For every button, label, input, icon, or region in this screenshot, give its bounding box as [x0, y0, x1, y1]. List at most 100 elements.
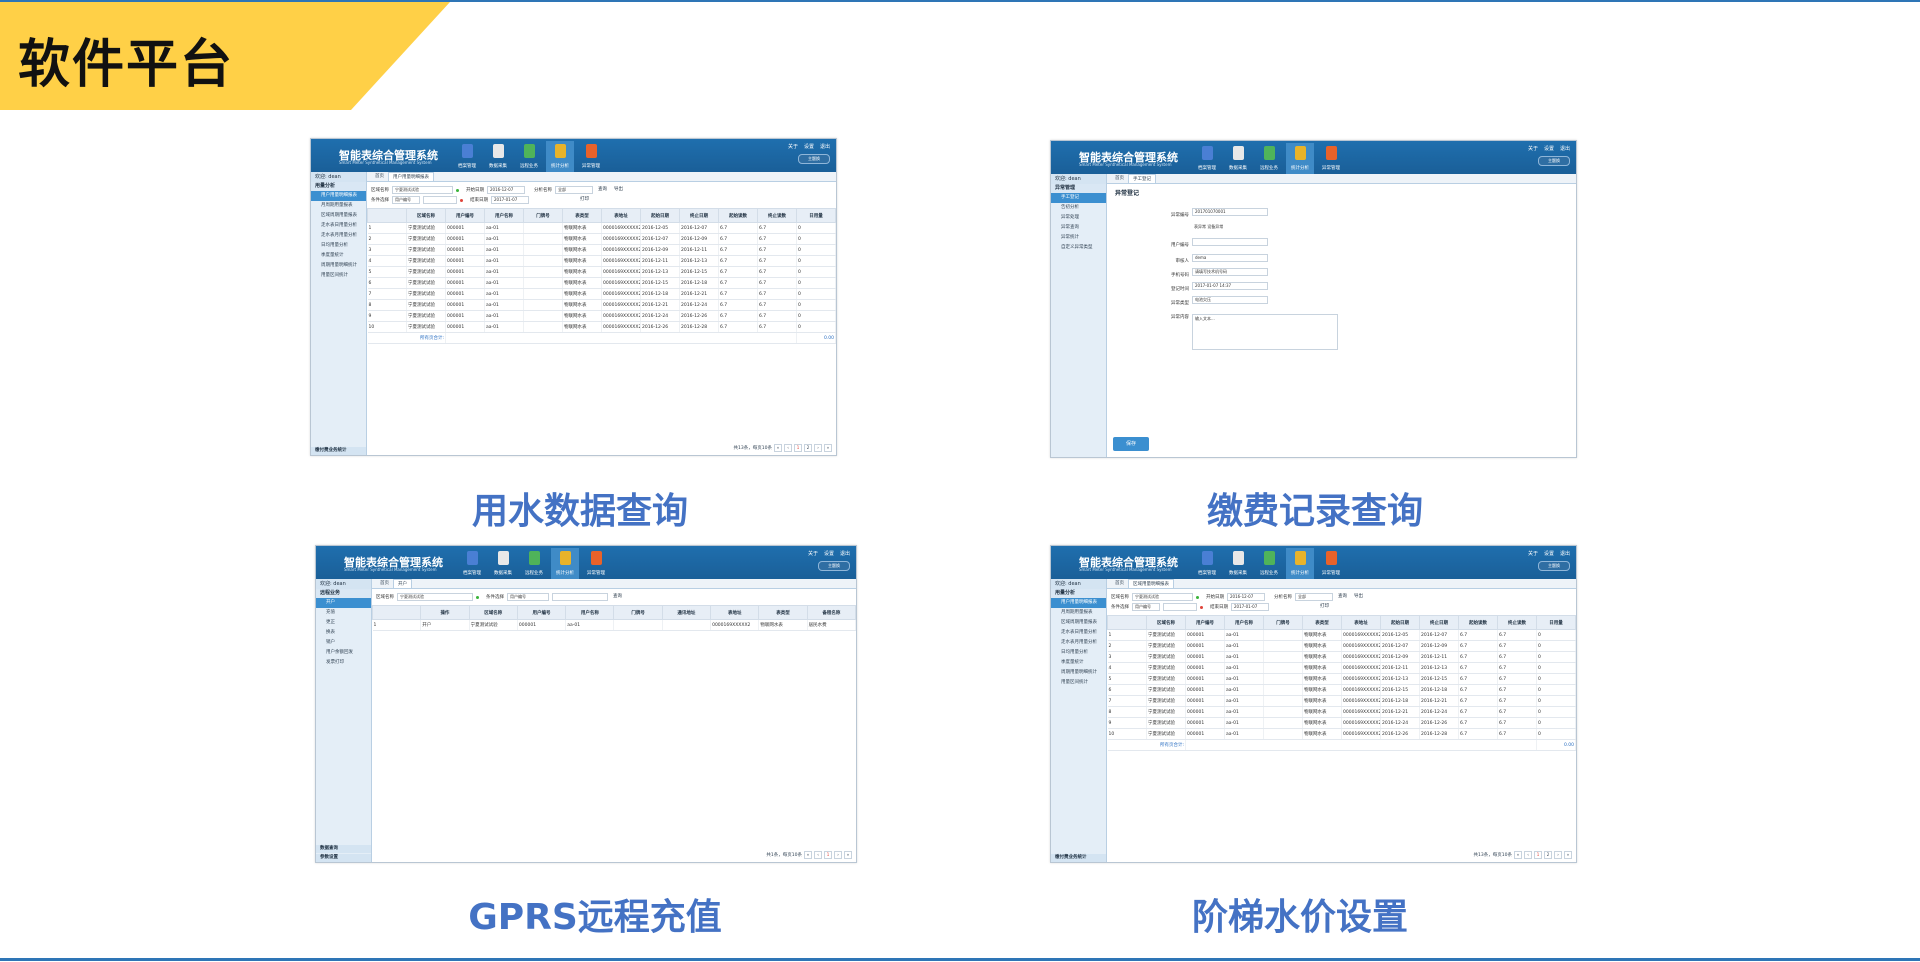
- first-page-button[interactable]: «: [774, 444, 782, 452]
- sidebar-item[interactable]: 发票打印: [316, 658, 371, 668]
- column-header[interactable]: 表类型: [562, 208, 602, 223]
- top-link[interactable]: 退出: [1560, 550, 1570, 557]
- condition-input[interactable]: [552, 593, 608, 601]
- sidebar-item[interactable]: 手工登记: [1051, 193, 1106, 203]
- column-header[interactable]: 用户名称: [565, 605, 615, 620]
- sidebar-item[interactable]: 开户: [316, 598, 371, 608]
- end-date-input[interactable]: 2017-01-07: [1231, 603, 1269, 611]
- area-input[interactable]: 宁夏测试试验: [397, 593, 473, 601]
- sidebar-item[interactable]: 用户用量明细报表: [1051, 598, 1106, 608]
- start-date-input[interactable]: 2016-12-07: [487, 186, 525, 194]
- sidebar-bottom-section[interactable]: 数据查询: [316, 845, 371, 853]
- sidebar-item[interactable]: 周期用量明细统计: [311, 261, 366, 271]
- sidebar-item[interactable]: 走水表日用量分析: [1051, 628, 1106, 638]
- top-link[interactable]: 设置: [1544, 145, 1554, 152]
- sidebar-item[interactable]: 走水表月用量分析: [311, 231, 366, 241]
- table-row[interactable]: 2 宁夏测试试验 000001 aa-01 物联网水表 0000169XXXXX2 2016…: [1107, 640, 1576, 652]
- sidebar-bottom-section[interactable]: 参数设置: [316, 854, 371, 862]
- sidebar-item[interactable]: 月周期用量报表: [1051, 608, 1106, 618]
- nav-item[interactable]: 异常管理: [1317, 548, 1345, 579]
- nav-item[interactable]: 异常管理: [1317, 143, 1345, 174]
- top-link[interactable]: 设置: [824, 550, 834, 557]
- condition-select[interactable]: 用户编号: [392, 196, 420, 204]
- table-row[interactable]: 9 宁夏测试试验 000001 aa-01 物联网水表 0000169XXXXX2 2016…: [367, 310, 836, 322]
- column-header[interactable]: 通讯地址: [661, 605, 712, 620]
- sidebar-item[interactable]: 用量区间统计: [311, 271, 366, 281]
- condition-select[interactable]: 用户编号: [507, 593, 549, 601]
- condition-select[interactable]: 用户编号: [1132, 603, 1160, 611]
- column-header[interactable]: 操作: [420, 605, 470, 620]
- sidebar-item[interactable]: 异常处理: [1051, 213, 1106, 223]
- column-header[interactable]: 日用量: [1536, 615, 1576, 630]
- sidebar-section[interactable]: 远程业务: [316, 589, 371, 598]
- table-row[interactable]: 5 宁夏测试试验 000001 aa-01 物联网水表 0000169XXXXX2 2016…: [1107, 673, 1576, 685]
- field-input[interactable]: 请填写技术机号码: [1192, 268, 1268, 276]
- top-link[interactable]: 关于: [1528, 145, 1538, 152]
- nav-item[interactable]: 异常管理: [582, 548, 610, 579]
- table-row[interactable]: 2 宁夏测试试验 000001 aa-01 物联网水表 0000169XXXXX2 2016…: [367, 233, 836, 245]
- column-header[interactable]: 用户编号: [1185, 615, 1225, 630]
- sidebar-bottom-section[interactable]: 缴付费业务统计: [1051, 854, 1106, 862]
- column-header[interactable]: 起始读数: [1458, 615, 1498, 630]
- nav-item[interactable]: 档案管理: [1193, 548, 1221, 579]
- last-page-button[interactable]: »: [824, 444, 832, 452]
- column-header[interactable]: 门牌号: [523, 208, 563, 223]
- prev-page-button[interactable]: ‹: [784, 444, 792, 452]
- top-link[interactable]: 退出: [820, 143, 830, 150]
- table-row[interactable]: 1 宁夏测试试验 000001 aa-01 物联网水表 0000169XXXXX2 2016…: [367, 222, 836, 234]
- sidebar-item[interactable]: 自定义异常类型: [1051, 243, 1106, 253]
- nav-item[interactable]: 数据采集: [484, 141, 512, 172]
- tab[interactable]: 用户用量明细报表: [388, 172, 434, 181]
- export-button[interactable]: 导出: [1352, 594, 1365, 600]
- sidebar-item[interactable]: 更正: [316, 618, 371, 628]
- column-header[interactable]: 门牌号: [1263, 615, 1303, 630]
- next-page-button[interactable]: ›: [834, 851, 842, 859]
- sort-select[interactable]: 全部: [1295, 593, 1333, 601]
- sidebar-item[interactable]: 异常统计: [1051, 233, 1106, 243]
- tab[interactable]: 首页: [1111, 579, 1128, 588]
- tab[interactable]: 手工登记: [1128, 174, 1156, 183]
- sidebar-bottom-section[interactable]: 缴付费业务统计: [311, 447, 366, 455]
- sidebar-item[interactable]: 区域周期用量报表: [1051, 618, 1106, 628]
- print-button[interactable]: 打印: [1318, 604, 1331, 610]
- top-link[interactable]: 退出: [1560, 145, 1570, 152]
- column-header[interactable]: 备租名称: [806, 605, 856, 620]
- column-header[interactable]: [1107, 615, 1147, 630]
- sidebar-item[interactable]: 月周期用量报表: [311, 201, 366, 211]
- field-input[interactable]: dema: [1192, 254, 1268, 262]
- tab[interactable]: 首页: [371, 172, 388, 181]
- nav-item[interactable]: 数据采集: [489, 548, 517, 579]
- nav-item[interactable]: 远程业务: [1255, 143, 1283, 174]
- tab[interactable]: 开户: [393, 579, 412, 588]
- nav-item[interactable]: 异常管理: [577, 141, 605, 172]
- remove-icon[interactable]: [1200, 605, 1203, 609]
- column-header[interactable]: 用户名称: [484, 208, 524, 223]
- table-row[interactable]: 4 宁夏测试试验 000001 aa-01 物联网水表 0000169XXXXX2 2016…: [367, 255, 836, 267]
- tab[interactable]: 区域用量明细报表: [1128, 579, 1174, 588]
- start-date-input[interactable]: 2016-12-07: [1227, 593, 1265, 601]
- nav-item[interactable]: 统计分析: [546, 141, 574, 172]
- remove-icon[interactable]: [460, 198, 463, 202]
- sidebar-item[interactable]: 日均用量分析: [1051, 648, 1106, 658]
- page-number-button[interactable]: 2: [1544, 851, 1552, 859]
- table-row[interactable]: 1 开户 宁夏测试试验 000001 aa-01 0000169XXXXX2 物联网水表 居民…: [372, 619, 856, 631]
- column-header[interactable]: 区域名称: [1146, 615, 1186, 630]
- sidebar-item[interactable]: 用量区间统计: [1051, 678, 1106, 688]
- column-header[interactable]: 起始日期: [640, 208, 680, 223]
- nav-item[interactable]: 远程业务: [520, 548, 548, 579]
- add-icon[interactable]: [1196, 595, 1199, 599]
- column-header[interactable]: 表地址: [710, 605, 760, 620]
- prev-page-button[interactable]: ‹: [1524, 851, 1532, 859]
- sidebar-item[interactable]: 季度量统计: [1051, 658, 1106, 668]
- field-input[interactable]: [1192, 238, 1268, 246]
- sidebar-section[interactable]: 用量分析: [1051, 589, 1106, 598]
- field-input[interactable]: 电池欠压: [1192, 296, 1268, 304]
- query-button[interactable]: 查询: [596, 187, 609, 193]
- page-number-button[interactable]: 1: [794, 444, 802, 452]
- table-row[interactable]: 6 宁夏测试试验 000001 aa-01 物联网水表 0000169XXXXX2 2016…: [367, 277, 836, 289]
- top-link[interactable]: 关于: [788, 143, 798, 150]
- end-date-input[interactable]: 2017-01-07: [491, 196, 529, 204]
- prev-page-button[interactable]: ‹: [814, 851, 822, 859]
- nav-item[interactable]: 远程业务: [1255, 548, 1283, 579]
- tab[interactable]: 首页: [1111, 174, 1128, 183]
